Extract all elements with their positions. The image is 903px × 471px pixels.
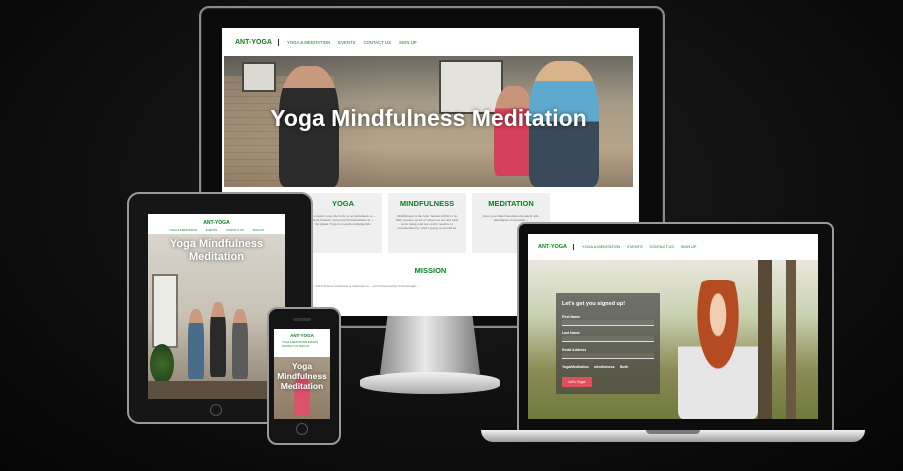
tablet-home-button bbox=[210, 404, 222, 416]
last-name-label: Last Name bbox=[562, 331, 580, 335]
tablet-hero-title: Yoga Mindfulness Meditation bbox=[169, 238, 264, 263]
phone-speaker bbox=[293, 318, 311, 321]
phone-hero-image: Yoga Mindfulness Meditation bbox=[274, 357, 330, 419]
tablet-hero-image: Yoga Mindfulness Meditation bbox=[148, 234, 285, 399]
phone-logo[interactable]: ANT-YOGA bbox=[274, 333, 330, 338]
card-title: MINDFULNESS bbox=[399, 199, 455, 208]
nav-yoga-meditation[interactable]: YOGA & MEDITATION bbox=[287, 40, 330, 45]
hero-woman bbox=[678, 280, 758, 419]
hero-plant bbox=[150, 344, 174, 384]
site-navbar: ANT-YOGA YOGA & MEDITATION EVENTS CONTAC… bbox=[528, 234, 818, 260]
signup-title: Let's get you signed up! bbox=[562, 301, 626, 307]
option-both[interactable]: Both bbox=[620, 365, 628, 369]
card-text: Mindfulness is the basic human ability t… bbox=[395, 214, 459, 230]
tablet-logo[interactable]: ANT-YOGA bbox=[148, 220, 285, 226]
nav-events[interactable]: EVENTS bbox=[206, 228, 217, 232]
hero-floor bbox=[148, 381, 285, 399]
phone-nav: YOGA & MEDITATION EVENTS CONTACT US SIGN… bbox=[282, 341, 324, 348]
tablet-nav: YOGA & MEDITATION EVENTS CONTACT US SIGN… bbox=[148, 228, 285, 232]
nav-contact-us[interactable]: CONTACT US bbox=[226, 228, 244, 232]
hero-title: Yoga Mindfulness Meditation bbox=[270, 105, 587, 131]
submit-button[interactable]: Let's Yoga! bbox=[562, 377, 592, 387]
last-name-input[interactable] bbox=[562, 336, 654, 342]
hero-person bbox=[210, 302, 226, 377]
card-title: MEDITATION bbox=[488, 199, 534, 208]
hero-person bbox=[188, 309, 204, 379]
hero-window bbox=[242, 62, 276, 92]
nav-events[interactable]: EVENTS bbox=[338, 40, 355, 45]
first-name-label: First Name bbox=[562, 315, 581, 319]
tablet-screen: ANT-YOGA YOGA & MEDITATION EVENTS CONTAC… bbox=[148, 214, 285, 399]
card-title: YOGA bbox=[331, 199, 355, 208]
phone-hero-title: Yoga Mindfulness Meditation bbox=[277, 361, 327, 391]
email-label: Email Address bbox=[562, 348, 587, 352]
nav-contact-us[interactable]: CONTACT US bbox=[282, 345, 298, 348]
card-text: Once your mind becomes absolutely still,… bbox=[482, 214, 540, 222]
first-name-input[interactable] bbox=[562, 320, 654, 326]
monitor-stand-base bbox=[360, 372, 500, 394]
card-text: ... to learn to use the body as an instr… bbox=[310, 214, 376, 226]
site-navbar: ANT-YOGA YOGA & MEDITATION EVENTS CONTAC… bbox=[222, 28, 639, 56]
hero-tree bbox=[786, 260, 796, 419]
signup-form: Let's get you signed up! First Name Last… bbox=[556, 293, 660, 394]
nav-yoga-meditation[interactable]: YOGA & MEDITATION bbox=[582, 245, 620, 249]
hero-person bbox=[232, 309, 248, 379]
nav-events[interactable]: EVENTS bbox=[308, 341, 318, 344]
monitor-stand bbox=[380, 312, 480, 374]
site-logo[interactable]: ANT-YOGA bbox=[538, 244, 575, 250]
laptop-notch bbox=[646, 430, 700, 434]
phone-screen: ANT-YOGA YOGA & MEDITATION EVENTS CONTAC… bbox=[274, 329, 330, 419]
nav-yoga-meditation[interactable]: YOGA & MEDITATION bbox=[282, 341, 307, 344]
option-yoga-meditation[interactable]: Yoga/Meditation bbox=[562, 365, 589, 369]
hero-tree bbox=[758, 260, 772, 419]
email-input[interactable] bbox=[562, 353, 654, 359]
nav-contact-us[interactable]: CONTACT US bbox=[650, 245, 674, 249]
nav-yoga-meditation[interactable]: YOGA & MEDITATION bbox=[169, 228, 197, 232]
hero-image: Yoga Mindfulness Meditation bbox=[224, 56, 633, 187]
nav-contact-us[interactable]: CONTACT US bbox=[363, 40, 391, 45]
card-yoga: YOGA ... to learn to use the body as an … bbox=[304, 193, 382, 253]
nav-sign-up[interactable]: SIGN UP bbox=[681, 245, 697, 249]
site-logo[interactable]: ANT-YOGA bbox=[235, 38, 279, 46]
nav-sign-up[interactable]: SIGN UP bbox=[299, 345, 309, 348]
laptop-screen: ANT-YOGA YOGA & MEDITATION EVENTS CONTAC… bbox=[528, 234, 818, 419]
phone-home-button bbox=[296, 423, 308, 435]
nav-sign-up[interactable]: SIGN UP bbox=[399, 40, 417, 45]
nav-events[interactable]: EVENTS bbox=[627, 245, 642, 249]
card-mindfulness: MINDFULNESS Mindfulness is the basic hum… bbox=[388, 193, 466, 253]
nav-sign-up[interactable]: SIGN UP bbox=[253, 228, 265, 232]
signup-hero-image: Let's get you signed up! First Name Last… bbox=[528, 260, 818, 419]
hero-window bbox=[152, 274, 178, 348]
option-mindfulness[interactable]: mindfulness bbox=[594, 365, 615, 369]
